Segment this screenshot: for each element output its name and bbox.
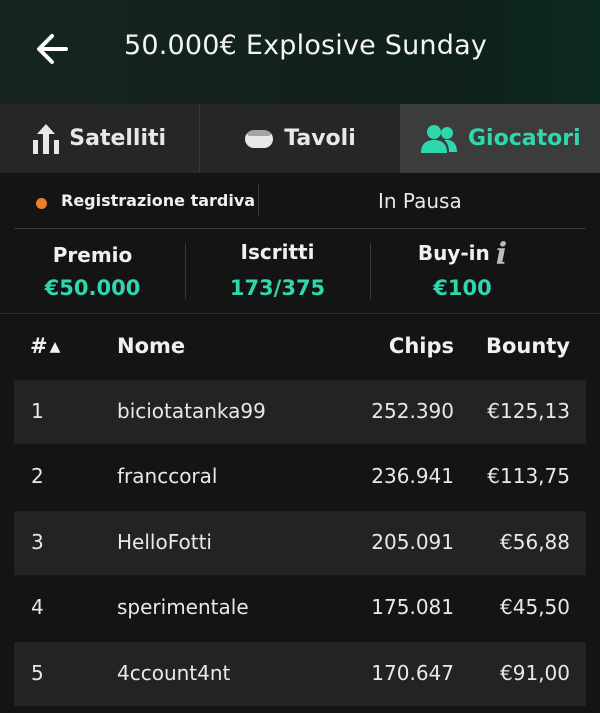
prize-stat: Premio €50.000 — [0, 233, 185, 313]
status-label: Registrazione tardiva — [61, 191, 256, 210]
bounty-cell: €91,00 — [500, 661, 570, 685]
buyin-value: €100 — [433, 276, 492, 300]
satellite-upload-icon — [33, 122, 60, 156]
sort-ascending-icon: ▲ — [49, 339, 61, 355]
chips-cell: 252.390 — [371, 399, 454, 423]
app-header: 50.000€ Explosive Sunday — [0, 0, 600, 104]
tab-tavoli-label: Tavoli — [284, 126, 356, 151]
entries-label: Iscritti — [240, 240, 315, 264]
status-state: In Pausa — [378, 189, 462, 213]
name-column-header[interactable]: Nome — [117, 334, 185, 358]
prize-value: €50.000 — [44, 276, 141, 300]
chips-cell: 175.081 — [371, 595, 454, 619]
rank-cell: 1 — [31, 399, 44, 423]
rank-cell: 3 — [31, 530, 44, 554]
chips-column-header[interactable]: Chips — [389, 334, 454, 358]
tab-giocatori-label: Giocatori — [468, 126, 581, 151]
page-title: 50.000€ Explosive Sunday — [124, 30, 487, 61]
table-header: # ▲ Nome Chips Bounty — [14, 314, 586, 380]
status-row: Registrazione tardiva In Pausa — [14, 183, 586, 229]
table-row[interactable]: 5 4ccount4nt 170.647 €91,00 — [14, 642, 586, 706]
tab-satelliti[interactable]: Satelliti — [0, 104, 201, 173]
chips-cell: 205.091 — [371, 530, 454, 554]
player-name: biciotatanka99 — [117, 399, 266, 423]
entries-stat: Iscritti 173/375 — [185, 233, 370, 313]
status-dot-icon — [36, 198, 47, 209]
bounty-cell: €113,75 — [487, 464, 570, 488]
table-row[interactable]: 2 franccoral 236.941 €113,75 — [14, 445, 586, 509]
tab-bar: Satelliti Tavoli Giocatori — [0, 104, 600, 173]
prize-label: Premio — [52, 243, 133, 267]
table-icon — [244, 127, 274, 151]
chips-cell: 170.647 — [371, 661, 454, 685]
table-row[interactable]: 1 biciotatanka99 252.390 €125,13 — [14, 380, 586, 444]
info-icon[interactable]: i — [496, 237, 507, 272]
tab-tavoli[interactable]: Tavoli — [200, 104, 401, 173]
entries-value: 173/375 — [229, 276, 326, 300]
player-name: sperimentale — [117, 595, 249, 619]
player-name: 4ccount4nt — [117, 661, 231, 685]
users-icon — [420, 124, 458, 154]
player-name: HelloFotti — [117, 530, 212, 554]
buyin-label-wrap: Buy-in i — [370, 237, 555, 272]
back-button[interactable] — [34, 30, 74, 68]
chips-cell: 236.941 — [371, 464, 454, 488]
divider — [258, 185, 259, 217]
rank-cell: 5 — [31, 661, 44, 685]
rank-cell: 4 — [31, 595, 44, 619]
tournament-info: Registrazione tardiva In Pausa Premio €5… — [0, 173, 600, 313]
rank-column-header[interactable]: # ▲ — [30, 334, 60, 358]
tab-giocatori[interactable]: Giocatori — [400, 104, 600, 173]
stats-row: Premio €50.000 Iscritti 173/375 Buy-in i … — [0, 233, 600, 313]
table-row[interactable]: 3 HelloFotti 205.091 €56,88 — [14, 511, 586, 575]
bounty-cell: €125,13 — [487, 399, 570, 423]
table-row[interactable]: 4 sperimentale 175.081 €45,50 — [14, 576, 586, 640]
bounty-column-header[interactable]: Bounty — [486, 334, 570, 358]
player-name: franccoral — [117, 464, 218, 488]
bounty-cell: €45,50 — [500, 595, 570, 619]
arrow-left-icon — [37, 34, 68, 64]
players-table: # ▲ Nome Chips Bounty 1 biciotatanka99 25… — [0, 313, 600, 713]
rank-cell: 2 — [31, 464, 44, 488]
buyin-label: Buy-in — [417, 241, 490, 265]
bounty-cell: €56,88 — [500, 530, 570, 554]
buyin-stat: Buy-in i €100 — [370, 233, 555, 313]
tab-satelliti-label: Satelliti — [69, 126, 167, 151]
